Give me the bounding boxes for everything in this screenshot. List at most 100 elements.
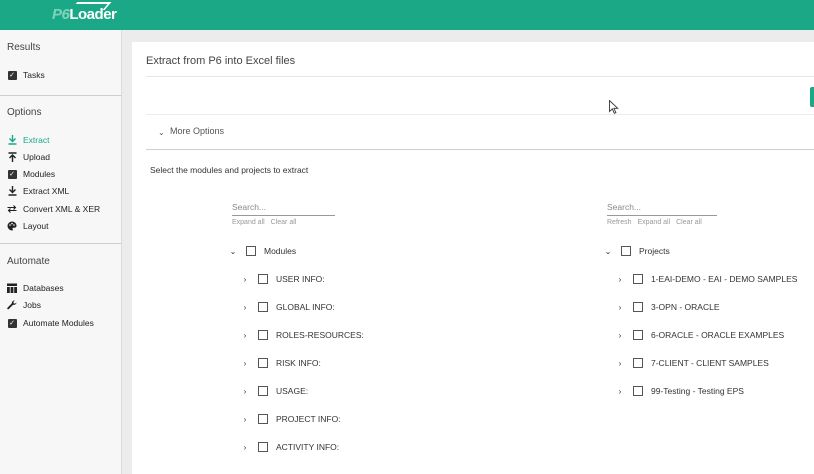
- modules-root-label: Modules: [264, 246, 297, 256]
- palette-icon: [7, 221, 17, 231]
- module-checkbox[interactable]: [258, 414, 268, 424]
- sidebar-item-automate-modules[interactable]: ✓ Automate Modules: [7, 316, 94, 330]
- sidebar-item-label: Automate Modules: [23, 318, 94, 328]
- logo-roof-icon: [70, 2, 112, 10]
- chevron-right-icon[interactable]: ›: [615, 387, 625, 396]
- chevron-right-icon[interactable]: ›: [240, 275, 250, 284]
- chevron-right-icon[interactable]: ›: [240, 443, 250, 452]
- project-row: › 3-OPN - ORACLE: [615, 300, 720, 314]
- sidebar-item-label: Databases: [23, 283, 64, 293]
- sidebar-item-extract-xml[interactable]: Extract XML: [7, 184, 69, 198]
- sidebar-item-label: Extract: [23, 135, 50, 145]
- more-options-label: More Options: [170, 126, 225, 136]
- project-checkbox[interactable]: [633, 274, 643, 284]
- project-checkbox[interactable]: [633, 386, 643, 396]
- modules-search-block: Expand all Clear all: [232, 200, 335, 226]
- module-row: › RISK INFO:: [240, 356, 321, 370]
- projects-search-block: Refresh Expand all Clear all: [607, 200, 717, 226]
- projects-root-label: Projects: [639, 246, 670, 256]
- module-label: GLOBAL INFO:: [276, 302, 335, 312]
- chevron-right-icon[interactable]: ›: [240, 415, 250, 424]
- project-row: › 6-ORACLE - ORACLE EXAMPLES: [615, 328, 784, 342]
- main-panel: Extract from P6 into Excel files ⌄ More …: [132, 42, 814, 474]
- project-label: 6-ORACLE - ORACLE EXAMPLES: [651, 330, 785, 340]
- project-row: › 99-Testing - Testing EPS: [615, 384, 744, 398]
- swap-arrows-icon: [7, 204, 17, 214]
- project-label: 3-OPN - ORACLE: [651, 302, 720, 312]
- chevron-right-icon[interactable]: ›: [240, 387, 250, 396]
- options-heading: Options: [7, 107, 42, 118]
- sidebar-item-jobs[interactable]: Jobs: [7, 298, 41, 312]
- checkbox-icon: ✓: [7, 318, 17, 328]
- modules-search-links: Expand all Clear all: [232, 219, 335, 226]
- project-row: › 1-EAI-DEMO - EAI - DEMO SAMPLES: [615, 272, 797, 286]
- sidebar-item-convert-xml-xer[interactable]: Convert XML & XER: [7, 202, 100, 216]
- sidebar-item-databases[interactable]: Databases: [7, 281, 64, 295]
- sidebar-item-label: Layout: [23, 221, 49, 231]
- module-row: › USER INFO:: [240, 272, 325, 286]
- project-label: 7-CLIENT - CLIENT SAMPLES: [651, 358, 769, 368]
- modules-clear-all-link[interactable]: Clear all: [271, 219, 297, 226]
- chevron-right-icon[interactable]: ›: [615, 359, 625, 368]
- module-label: RISK INFO:: [276, 358, 321, 368]
- module-checkbox[interactable]: [258, 386, 268, 396]
- module-checkbox[interactable]: [258, 302, 268, 312]
- module-checkbox[interactable]: [258, 358, 268, 368]
- sidebar-item-label: Modules: [23, 169, 56, 179]
- chevron-right-icon[interactable]: ›: [615, 331, 625, 340]
- sidebar-item-upload[interactable]: Upload: [7, 150, 50, 164]
- chevron-right-icon[interactable]: ›: [240, 359, 250, 368]
- sidebar-item-extract[interactable]: Extract: [7, 133, 49, 147]
- module-row: › GLOBAL INFO:: [240, 300, 335, 314]
- projects-clear-all-link[interactable]: Clear all: [676, 219, 702, 226]
- projects-root-row: ⌄ Projects: [603, 244, 670, 258]
- checkbox-icon: ✓: [7, 169, 17, 179]
- sidebar-item-tasks[interactable]: ✓ Tasks: [7, 68, 45, 82]
- chevron-down-icon[interactable]: ⌄: [603, 247, 613, 256]
- chevron-down-icon[interactable]: ⌄: [228, 247, 238, 256]
- sidebar-item-label: Upload: [23, 152, 50, 162]
- project-checkbox[interactable]: [633, 302, 643, 312]
- p6-loader-logo[interactable]: P6Loader: [52, 2, 117, 23]
- sidebar: Results ✓ Tasks Options Extract Upload ✓…: [0, 30, 122, 474]
- chevron-down-icon: ⌄: [158, 128, 165, 137]
- module-checkbox[interactable]: [258, 274, 268, 284]
- side-drawer-handle[interactable]: [810, 87, 814, 107]
- projects-search-input[interactable]: [607, 200, 717, 216]
- mouse-pointer-icon: [609, 99, 619, 114]
- chevron-right-icon[interactable]: ›: [240, 303, 250, 312]
- sidebar-item-layout[interactable]: Layout: [7, 219, 49, 233]
- modules-root-checkbox[interactable]: [246, 246, 256, 256]
- page-title: Extract from P6 into Excel files: [146, 55, 296, 67]
- projects-search-links: Refresh Expand all Clear all: [607, 219, 717, 226]
- module-row: › USAGE:: [240, 384, 308, 398]
- module-row: › PROJECT INFO:: [240, 412, 341, 426]
- sidebar-item-label: Jobs: [23, 300, 41, 310]
- sidebar-divider: [0, 243, 122, 244]
- modules-expand-all-link[interactable]: Expand all: [232, 219, 265, 226]
- logo-prefix: P6: [52, 6, 70, 23]
- sidebar-item-modules[interactable]: ✓ Modules: [7, 167, 55, 181]
- modules-search-input[interactable]: [232, 200, 335, 216]
- project-checkbox[interactable]: [633, 358, 643, 368]
- upload-icon: [7, 152, 17, 162]
- sidebar-divider: [0, 95, 122, 96]
- table-icon: [7, 283, 17, 293]
- projects-expand-all-link[interactable]: Expand all: [637, 219, 670, 226]
- results-heading: Results: [7, 42, 41, 53]
- automate-heading: Automate: [7, 256, 50, 267]
- module-checkbox[interactable]: [258, 330, 268, 340]
- download-icon: [7, 135, 17, 145]
- projects-root-checkbox[interactable]: [621, 246, 631, 256]
- chevron-right-icon[interactable]: ›: [240, 331, 250, 340]
- module-checkbox[interactable]: [258, 442, 268, 452]
- project-label: 1-EAI-DEMO - EAI - DEMO SAMPLES: [651, 274, 798, 284]
- more-options-toggle[interactable]: ⌄ More Options: [146, 114, 814, 150]
- projects-refresh-link[interactable]: Refresh: [607, 219, 632, 226]
- project-checkbox[interactable]: [633, 330, 643, 340]
- project-row: › 7-CLIENT - CLIENT SAMPLES: [615, 356, 769, 370]
- sidebar-item-label: Extract XML: [23, 186, 70, 196]
- chevron-right-icon[interactable]: ›: [615, 303, 625, 312]
- checkbox-icon: ✓: [7, 70, 17, 80]
- chevron-right-icon[interactable]: ›: [615, 275, 625, 284]
